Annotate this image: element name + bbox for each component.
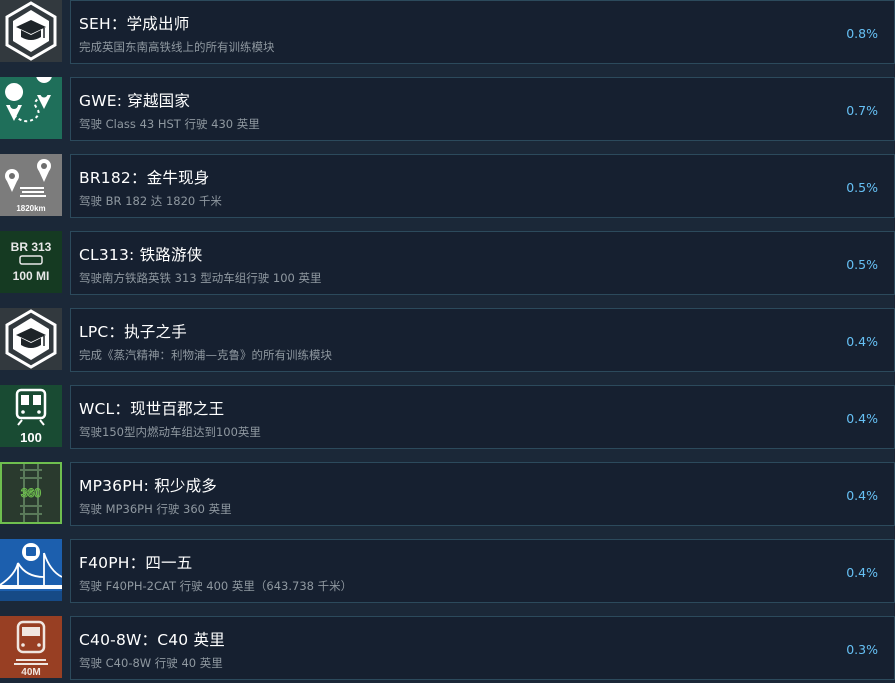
achievement-description: 驾驶 F40PH-2CAT 行驶 400 英里（643.738 千米）	[79, 579, 353, 593]
achievement-row[interactable]: 40M C40-8W：C40 英里驾驶 C40-8W 行驶 40 英里 0.3%	[0, 616, 895, 683]
achievement-panel: GWE: 穿越国家驾驶 Class 43 HST 行驶 430 英里 0.7%	[70, 77, 895, 141]
achievement-title: MP36PH: 积少成多	[79, 477, 217, 495]
achievement-title: SEH：学成出师	[79, 15, 190, 33]
achievement-title: CL313: 铁路游侠	[79, 246, 203, 264]
achievement-description: 驾驶 BR 182 达 1820 千米	[79, 194, 222, 208]
achievement-description: 驾驶 MP36PH 行驶 360 英里	[79, 502, 232, 516]
unlock-percentage: 0.8%	[846, 26, 878, 41]
br313-mileage-icon: BR 313 100 MI	[0, 231, 62, 293]
map-route-pins-icon	[0, 77, 62, 139]
unlock-percentage: 0.3%	[846, 642, 878, 657]
achievement-row[interactable]: F40PH：四一五驾驶 F40PH-2CAT 行驶 400 英里（643.738…	[0, 539, 895, 606]
achievement-row[interactable]: BR 313 100 MI CL313: 铁路游侠 驾驶南方铁路英铁 313 型动车…	[0, 231, 895, 298]
svg-text:360: 360	[21, 486, 41, 500]
achievement-title: C40-8W：C40 英里	[79, 631, 225, 649]
achievement-description: 驾驶150型内燃动车组达到100英里	[79, 425, 261, 439]
achievement-panel: WCL：现世百郡之王驾驶150型内燃动车组达到100英里 0.4%	[70, 385, 895, 449]
svg-text:1820km: 1820km	[16, 204, 45, 213]
achievement-list: SEH：学成出师完成英国东南高铁线上的所有训练模块 0.8% GWE: 穿越国家驾…	[0, 0, 895, 683]
svg-text:40M: 40M	[21, 667, 40, 678]
unlock-percentage: 0.4%	[846, 488, 878, 503]
svg-text:100 MI: 100 MI	[13, 269, 50, 283]
achievement-panel: SEH：学成出师完成英国东南高铁线上的所有训练模块 0.8%	[70, 0, 895, 64]
svg-text:100: 100	[20, 430, 42, 445]
achievement-row[interactable]: 100 WCL：现世百郡之王驾驶150型内燃动车组达到100英里 0.4%	[0, 385, 895, 452]
achievement-panel: BR182：金牛现身驾驶 BR 182 达 1820 千米 0.5%	[70, 154, 895, 218]
unlock-percentage: 0.4%	[846, 334, 878, 349]
achievement-row[interactable]: 1820km BR182：金牛现身驾驶 BR 182 达 1820 千米 0.5%	[0, 154, 895, 221]
achievement-description: 完成《蒸汽精神：利物浦—克鲁》的所有训练模块	[79, 348, 332, 362]
achievement-description: 完成英国东南高铁线上的所有训练模块	[79, 40, 275, 54]
achievement-panel: F40PH：四一五驾驶 F40PH-2CAT 行驶 400 英里（643.738…	[70, 539, 895, 603]
distance-pins-icon: 1820km	[0, 154, 62, 216]
achievement-title: LPC：执子之手	[79, 323, 187, 341]
bridge-train-icon	[0, 539, 62, 601]
unlock-percentage: 0.4%	[846, 411, 878, 426]
unlock-percentage: 0.4%	[846, 565, 878, 580]
achievement-panel: LPC：执子之手完成《蒸汽精神：利物浦—克鲁》的所有训练模块 0.4%	[70, 308, 895, 372]
achievement-description: 驾驶南方铁路英铁 313 型动车组行驶 100 英里	[79, 271, 322, 285]
achievement-panel: CL313: 铁路游侠驾驶南方铁路英铁 313 型动车组行驶 100 英里 0.5…	[70, 231, 895, 295]
achievement-row[interactable]: SEH：学成出师完成英国东南高铁线上的所有训练模块 0.8%	[0, 0, 895, 67]
graduation-cap-badge-icon	[0, 308, 62, 370]
svg-text:BR 313: BR 313	[11, 240, 52, 254]
achievement-panel: MP36PH: 积少成多驾驶 MP36PH 行驶 360 英里 0.4%	[70, 462, 895, 526]
achievement-description: 驾驶 Class 43 HST 行驶 430 英里	[79, 117, 260, 131]
achievement-description: 驾驶 C40-8W 行驶 40 英里	[79, 656, 223, 670]
graduation-cap-badge-icon	[0, 0, 62, 62]
dmu-train-front-icon: 100	[0, 385, 62, 447]
achievement-row[interactable]: 360 MP36PH: 积少成多驾驶 MP36PH 行驶 360 英里 0.4%	[0, 462, 895, 529]
achievement-panel: C40-8W：C40 英里驾驶 C40-8W 行驶 40 英里 0.3%	[70, 616, 895, 680]
track-360-icon: 360	[0, 462, 62, 524]
unlock-percentage: 0.5%	[846, 257, 878, 272]
unlock-percentage: 0.7%	[846, 103, 878, 118]
achievement-title: F40PH：四一五	[79, 554, 193, 572]
locomotive-40m-icon: 40M	[0, 616, 62, 678]
achievement-title: WCL：现世百郡之王	[79, 400, 225, 418]
unlock-percentage: 0.5%	[846, 180, 878, 195]
achievement-title: GWE: 穿越国家	[79, 92, 191, 110]
achievement-row[interactable]: GWE: 穿越国家驾驶 Class 43 HST 行驶 430 英里 0.7%	[0, 77, 895, 144]
achievement-title: BR182：金牛现身	[79, 169, 210, 187]
achievement-row[interactable]: LPC：执子之手完成《蒸汽精神：利物浦—克鲁》的所有训练模块 0.4%	[0, 308, 895, 375]
